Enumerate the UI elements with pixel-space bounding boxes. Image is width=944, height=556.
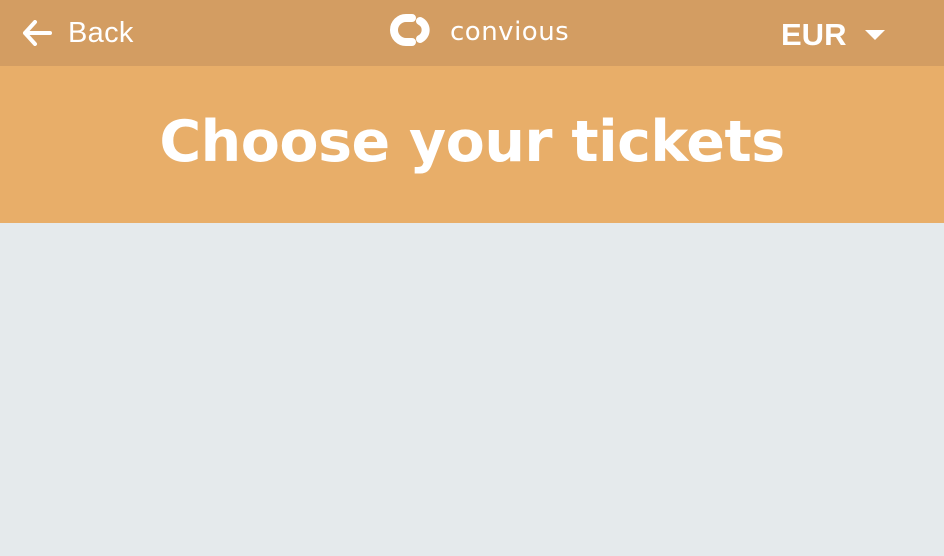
convious-logo-icon	[390, 12, 436, 53]
page-header: Choose your tickets	[0, 66, 944, 223]
logo-text: convious	[450, 17, 570, 47]
back-label: Back	[68, 16, 134, 49]
content-area	[0, 223, 944, 556]
currency-label: EUR	[781, 17, 847, 52]
top-bar: Back convious EUR	[0, 0, 944, 66]
convious-logo: convious	[390, 12, 569, 52]
currency-selector[interactable]: EUR	[781, 0, 886, 70]
caret-down-icon	[846, 29, 886, 41]
page-title: Choose your tickets	[159, 108, 785, 175]
arrow-left-icon	[22, 20, 52, 46]
back-button[interactable]: Back	[22, 0, 134, 66]
